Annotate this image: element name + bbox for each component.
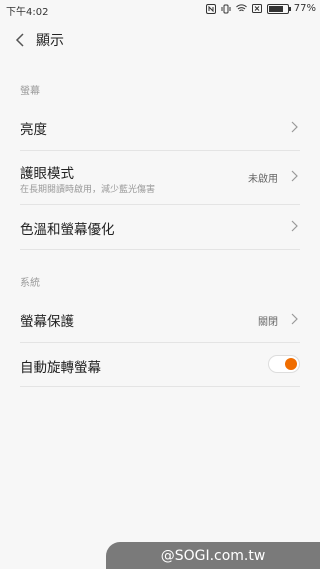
watermark: @SOGI.com.tw xyxy=(106,542,320,569)
chevron-right-icon xyxy=(291,220,298,232)
status-bar: 下午4:02 77% xyxy=(0,0,320,18)
section-header-system: 系統 xyxy=(20,278,40,289)
chevron-right-icon xyxy=(291,313,298,325)
vibrate-icon xyxy=(221,4,231,14)
nfc-icon xyxy=(205,3,216,14)
battery-icon xyxy=(266,3,291,14)
status-time: 下午4:02 xyxy=(6,7,49,18)
brightness-row[interactable]: 亮度 xyxy=(20,104,300,151)
chevron-right-icon xyxy=(291,121,298,133)
row-label: 螢幕保護 xyxy=(20,314,74,330)
row-subtitle: 在長期閱讀時啟用，減少藍光傷害 xyxy=(20,185,156,195)
sim-icon xyxy=(251,4,262,13)
eye-protection-row[interactable]: 護眼模式 在長期閱讀時啟用，減少藍光傷害 未啟用 xyxy=(20,150,300,205)
toggle-knob xyxy=(285,358,297,370)
back-button[interactable] xyxy=(8,28,32,52)
chevron-right-icon xyxy=(291,170,298,182)
row-label: 自動旋轉螢幕 xyxy=(20,360,101,376)
color-temperature-row[interactable]: 色溫和螢幕優化 xyxy=(20,204,300,250)
wifi-icon xyxy=(235,4,247,13)
auto-rotate-row: 自動旋轉螢幕 xyxy=(20,342,300,387)
title-bar: 顯示 xyxy=(0,20,320,60)
row-label: 護眼模式 xyxy=(20,166,74,182)
eye-protection-status: 未啟用 xyxy=(248,174,278,185)
row-label: 亮度 xyxy=(20,122,47,138)
status-icons: 77% xyxy=(205,3,316,14)
battery-percent: 77% xyxy=(293,3,316,14)
screensaver-status: 關閉 xyxy=(258,317,278,328)
screensaver-row[interactable]: 螢幕保護 關閉 xyxy=(20,296,300,343)
section-header-screen: 螢幕 xyxy=(20,86,40,97)
auto-rotate-toggle[interactable] xyxy=(268,355,300,373)
page-title: 顯示 xyxy=(36,33,64,49)
row-label: 色溫和螢幕優化 xyxy=(20,222,115,238)
chevron-left-icon xyxy=(15,33,24,47)
